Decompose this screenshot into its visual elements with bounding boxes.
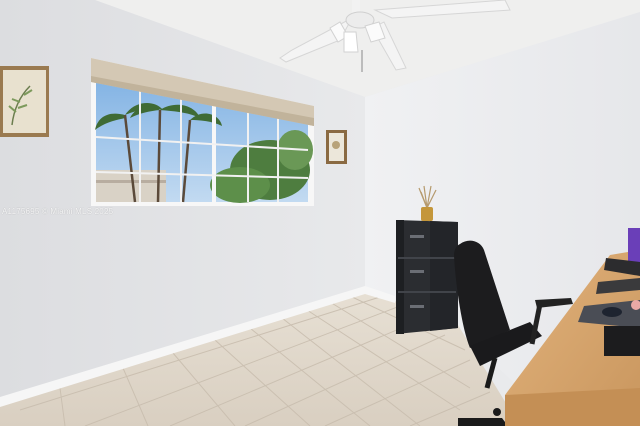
filing-cabinet — [396, 220, 458, 334]
photo-watermark: A1175695 © Miami MLS 2025 — [2, 207, 114, 216]
framed-plant-art — [0, 66, 49, 137]
room-photo: A1175695 © Miami MLS 2025 — [0, 0, 640, 426]
small-framed-picture — [326, 130, 347, 164]
